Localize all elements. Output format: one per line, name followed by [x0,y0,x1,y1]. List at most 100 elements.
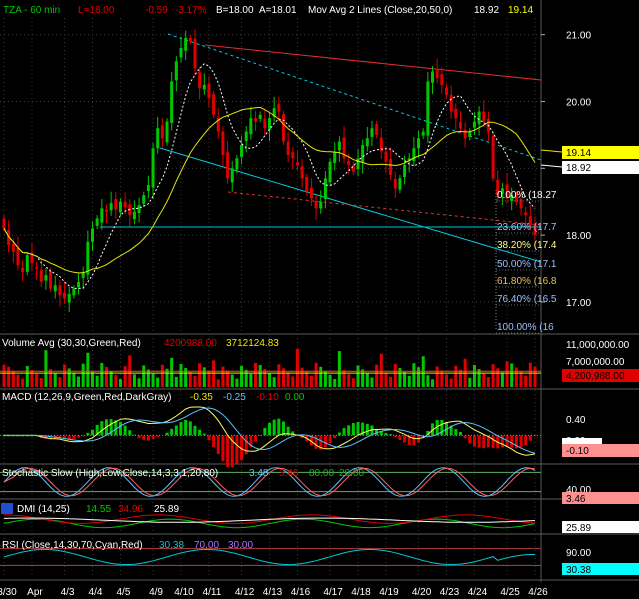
candle-body [207,83,211,99]
macd-histogram-bar [123,425,127,436]
volume-bar [533,366,537,387]
volume-bar [458,369,462,387]
macd-histogram-bar [524,435,528,446]
volume-bar [431,379,435,387]
volume-bar [379,353,383,387]
volume-value-1: 4200988.00 [164,338,217,349]
candle-body [39,269,43,282]
time-axis-label: 4/13 [263,587,283,598]
volume-bar [123,366,127,387]
candle-body [472,121,476,128]
candle-body [202,84,206,90]
candle-body [170,81,174,123]
dmi-label: DMI (14,25) [17,504,70,515]
macd-value-4: 0.00 [285,392,305,403]
candle-body [435,70,439,79]
candle-body [347,160,351,165]
volume-bar [39,378,43,387]
time-axis-label: 4/19 [379,587,399,598]
macd-histogram-bar [226,435,230,467]
volume-bar [221,366,225,387]
candle-body [114,199,118,210]
candle-body [156,128,160,149]
volume-bar [519,371,523,387]
volume-bar [72,372,76,387]
volume-bar [53,373,57,387]
dmi-value-3: 25.89 [154,504,179,515]
rsi-value-2: 70.00 [194,540,219,551]
volume-bar [389,376,393,387]
time-axis-label: 4/10 [174,587,194,598]
macd-label: MACD (12,26,9,Green,Red,DarkGray) [2,392,172,403]
candle-body [104,209,108,212]
volume-bar [337,351,341,387]
volume-bar [188,372,192,387]
candle-body [421,131,425,136]
time-axis-label: 4/23 [440,587,460,598]
fib-level-label: 76.40% (16.5 [497,294,557,305]
candle-body [221,131,225,155]
candle-body [165,121,169,143]
macd-histogram-bar [72,435,76,440]
macd-histogram-bar [170,428,174,436]
macd-histogram-bar [477,435,481,448]
volume-bar [412,363,416,387]
macd-histogram-bar [272,419,276,436]
volume-bar [370,377,374,387]
candle-body [160,125,164,139]
time-axis-label: 4/25 [500,587,520,598]
candle-body [123,201,127,208]
candle-body [328,161,332,183]
volume-bar [207,371,211,387]
header-change: -0.59 [145,5,168,16]
volume-bar [35,373,39,387]
time-axis-label: 4/20 [412,587,432,598]
volume-bar [505,361,509,387]
volume-bar [91,371,94,387]
candle-body [249,118,253,135]
candle-body [458,122,462,129]
volume-bar [160,364,164,387]
candle-body [417,138,421,149]
time-axis-label: 4/26 [528,587,548,598]
volume-bar [361,369,365,387]
volume-bar [212,360,216,387]
ma20-value-tag-label: 18.92 [566,163,591,174]
volume-bar [319,366,323,387]
volume-bar [95,375,99,387]
macd-value-1: -0.35 [190,392,213,403]
candle-body [142,195,146,204]
time-axis-label: 4/3 [61,587,75,598]
candle-body [146,185,150,192]
candle-body [286,141,290,155]
candle-body [198,72,202,89]
header-bid: B=18.00 [216,5,254,16]
fib-level-label: 23.60% (17.7 [497,222,557,233]
header-last: L=18.00 [78,5,115,16]
candle-body [426,81,430,136]
candle-body [91,228,94,242]
volume-bar [472,364,476,387]
candle-body [524,212,528,216]
volume-bar [491,364,495,387]
macd-histogram-bar [151,435,155,439]
candle-body [449,94,453,112]
header-ma_label: Mov Avg 2 Lines (Close,20,50,0) [308,5,452,16]
macd-histogram-bar [235,435,239,465]
volume-bar [100,362,104,387]
volume-bar [77,376,81,387]
time-axis-label: 4/11 [203,587,222,598]
candle-body [35,267,39,269]
volume-bar [235,378,239,387]
stoch-value-2: 3.46 [279,468,299,479]
volume-bar [151,373,155,387]
macd-histogram-bar [216,435,220,455]
candle-body [468,131,472,137]
fib-level-label: 100.00% (16 [497,322,554,333]
candle-body [235,158,239,170]
macd-histogram-bar [472,435,476,447]
macd-histogram-bar [198,429,202,436]
volume-bar [384,372,388,387]
volume-bar [193,376,197,387]
volume-bar [510,363,514,387]
